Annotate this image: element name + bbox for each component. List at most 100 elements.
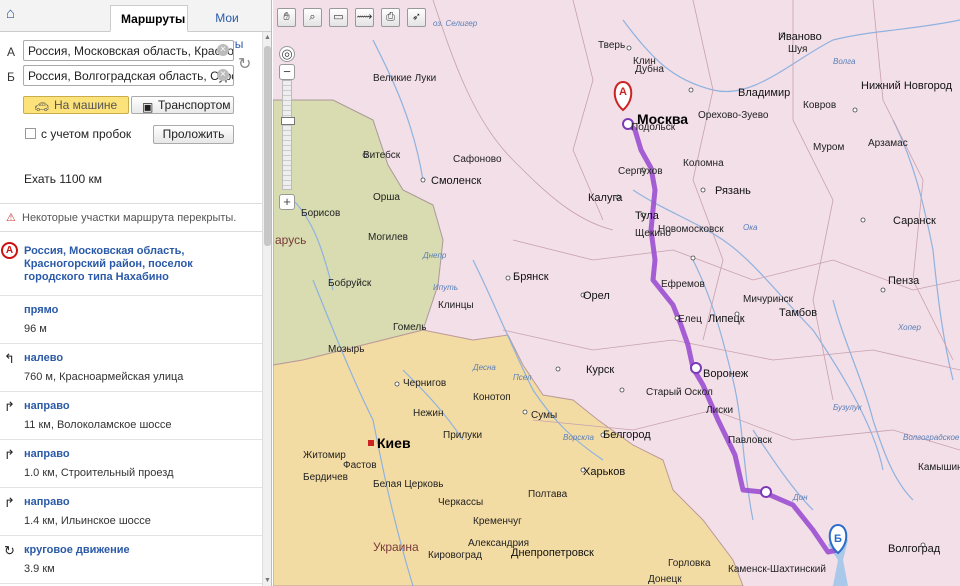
- ruler-tool-icon[interactable]: ▭: [329, 8, 348, 27]
- svg-text:Мозырь: Мозырь: [328, 344, 364, 355]
- step-detail: 3.9 км: [24, 563, 55, 575]
- clear-to-icon[interactable]: ×: [217, 69, 229, 81]
- svg-text:Серпухов: Серпухов: [618, 166, 663, 177]
- route-start[interactable]: А Россия, Московская область, Красногорс…: [0, 233, 262, 296]
- svg-text:Ковров: Ковров: [803, 100, 836, 111]
- hand-tool-icon[interactable]: ✋︎: [277, 8, 296, 27]
- route-step[interactable]: ↱ направо 1.0 км, Строительный проезд: [0, 440, 262, 488]
- svg-text:Десна: Десна: [472, 363, 496, 372]
- svg-text:Воронеж: Воронеж: [703, 368, 749, 380]
- scroll-down-icon[interactable]: ▼: [264, 577, 271, 584]
- compass-icon[interactable]: ◎: [279, 46, 295, 62]
- route-step[interactable]: ↱ направо 1.4 км, Ильинское шоссе: [0, 488, 262, 536]
- svg-text:Фастов: Фастов: [343, 460, 377, 471]
- svg-text:Каменск-Шахтинский: Каменск-Шахтинский: [728, 564, 826, 575]
- step-title[interactable]: налево: [24, 352, 63, 364]
- step-title[interactable]: прямо: [24, 304, 58, 316]
- svg-text:Донецк: Донецк: [648, 574, 682, 585]
- bus-icon: ▣: [142, 100, 154, 114]
- straight-icon: [4, 304, 18, 318]
- route-step[interactable]: ↰ налево 760 м, Красноармейская улица: [0, 344, 262, 392]
- svg-text:Курск: Курск: [586, 364, 614, 376]
- zoom-control: ◎ − +: [279, 46, 295, 210]
- mode-transit-button[interactable]: ▣ Транспортом: [131, 96, 234, 114]
- scroll-up-icon[interactable]: ▲: [264, 34, 271, 41]
- to-input[interactable]: Россия, Волгоградская область, Сурс ×: [23, 65, 234, 86]
- step-title[interactable]: направо: [24, 496, 70, 508]
- zoom-slider-handle[interactable]: [281, 117, 295, 125]
- tab-routes[interactable]: Маршруты: [110, 5, 188, 32]
- build-route-button[interactable]: Проложить: [153, 125, 234, 144]
- svg-text:Ока: Ока: [743, 223, 758, 232]
- scroll-thumb[interactable]: [264, 46, 271, 246]
- svg-text:Сумы: Сумы: [531, 410, 557, 421]
- svg-text:Бердичев: Бердичев: [303, 472, 348, 483]
- warning-text: Некоторые участки маршрута перекрыты.: [22, 212, 237, 224]
- svg-text:Хопер: Хопер: [897, 323, 921, 332]
- route-step[interactable]: ↻ круговое движение 3.9 км: [0, 536, 262, 584]
- svg-text:Гомель: Гомель: [393, 322, 426, 333]
- zoom-tool-icon[interactable]: ⌕: [303, 8, 322, 27]
- traffic-checkbox[interactable]: [25, 128, 36, 139]
- mode-transit-label: Транспортом: [158, 98, 231, 112]
- home-icon[interactable]: ⌂: [6, 6, 22, 22]
- svg-text:Житомир: Житомир: [303, 450, 346, 461]
- step-detail: 1.4 км, Ильинское шоссе: [24, 515, 151, 527]
- traffic-label: с учетом пробок: [41, 127, 132, 141]
- zoom-out-icon[interactable]: −: [279, 64, 295, 80]
- step-detail: 760 м, Красноармейская улица: [24, 371, 184, 383]
- marker-a-icon[interactable]: А: [613, 80, 633, 112]
- svg-text:Владимир: Владимир: [738, 87, 790, 99]
- warning-icon: ⚠: [6, 212, 16, 224]
- svg-text:Нежин: Нежин: [413, 408, 443, 419]
- turn-right-icon: ↱: [4, 495, 15, 510]
- roundabout-icon: ↻: [4, 543, 15, 558]
- svg-text:Шуя: Шуя: [788, 44, 807, 55]
- svg-text:Днепр: Днепр: [422, 251, 447, 260]
- mode-car-button[interactable]: 🚗︎ На машине: [23, 96, 129, 114]
- svg-text:Волгоградское вдхр.: Волгоградское вдхр.: [903, 433, 960, 442]
- print-tool-icon[interactable]: ⎙: [381, 8, 400, 27]
- route-step[interactable]: ↱ направо 11 км, Волоколамское шоссе: [0, 392, 262, 440]
- map-canvas[interactable]: А Б арусь Украина Москва Киев Тверь Дубн…: [273, 0, 960, 586]
- svg-text:Старый Оскол: Старый Оскол: [646, 387, 713, 398]
- route-via-point: [690, 362, 702, 374]
- tab-my-maps[interactable]: Мои карты: [192, 5, 262, 51]
- svg-text:Орел: Орел: [583, 290, 610, 302]
- svg-text:Полтава: Полтава: [528, 489, 568, 500]
- route-distance: Ехать 1100 км: [24, 172, 102, 186]
- svg-text:Елец: Елец: [678, 314, 702, 325]
- svg-text:Борисов: Борисов: [301, 208, 340, 219]
- sidebar-scrollbar[interactable]: ▲ ▼: [262, 32, 271, 586]
- route-step[interactable]: прямо 96 м: [0, 296, 262, 344]
- clear-from-icon[interactable]: ×: [217, 44, 229, 56]
- map-view[interactable]: А Б арусь Украина Москва Киев Тверь Дубн…: [273, 0, 960, 586]
- svg-text:Мичуринск: Мичуринск: [743, 294, 794, 305]
- from-input[interactable]: Россия, Московская область, Красно ×: [23, 40, 234, 61]
- svg-text:Нижний Новгород: Нижний Новгород: [861, 80, 953, 92]
- svg-text:Тверь: Тверь: [598, 40, 625, 51]
- route-tool-icon[interactable]: ⟿: [355, 8, 374, 27]
- svg-text:Липецк: Липецк: [708, 313, 745, 325]
- zoom-slider[interactable]: [281, 80, 295, 190]
- pointer-tool-icon[interactable]: ➶: [407, 8, 426, 27]
- svg-text:Пенза: Пенза: [888, 275, 920, 287]
- step-title[interactable]: направо: [24, 448, 70, 460]
- step-title[interactable]: направо: [24, 400, 70, 412]
- svg-text:Калуга: Калуга: [588, 192, 623, 204]
- svg-text:Кировоград: Кировоград: [428, 550, 482, 561]
- zoom-in-icon[interactable]: +: [279, 194, 295, 210]
- mode-car-label: На машине: [54, 98, 118, 112]
- svg-text:Днепропетровск: Днепропетровск: [511, 547, 594, 559]
- step-title[interactable]: круговое движение: [24, 544, 130, 556]
- svg-text:Муром: Муром: [813, 142, 844, 153]
- swap-points-icon[interactable]: ↻: [238, 54, 252, 73]
- route-steps: А Россия, Московская область, Красногорс…: [0, 233, 262, 584]
- svg-text:Великие Луки: Великие Луки: [373, 73, 436, 84]
- svg-text:Черкассы: Черкассы: [438, 497, 483, 508]
- start-address[interactable]: Россия, Московская область, Красногорски…: [24, 245, 256, 284]
- step-detail: 1.0 км, Строительный проезд: [24, 467, 174, 479]
- svg-text:Подольск: Подольск: [631, 122, 676, 133]
- svg-text:Ефремов: Ефремов: [661, 278, 705, 290]
- start-marker-icon: А: [1, 242, 18, 259]
